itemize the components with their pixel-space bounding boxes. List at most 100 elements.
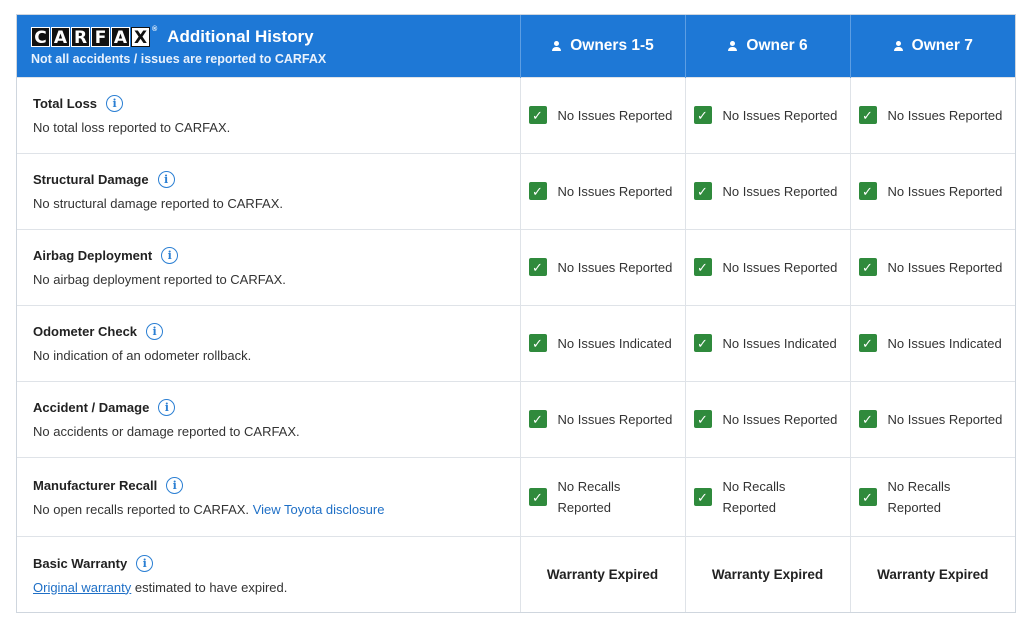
status-text: No Recalls Reported: [887, 479, 951, 516]
status-text: No Issues Reported: [557, 107, 673, 123]
owner-label: Owners 1-5: [570, 37, 654, 54]
checkmark-icon: ✓: [528, 258, 547, 277]
status-text: No Issues Reported: [722, 183, 838, 199]
checkmark-icon: ✓: [693, 258, 712, 277]
status-cell: ✓ No Issues Reported: [520, 228, 686, 306]
warranty-status: Warranty Expired: [850, 536, 1015, 612]
row-label-cell: Structural Damage i No structural damage …: [17, 152, 521, 230]
owner-column-header: Owner 6: [685, 15, 851, 78]
row-title: Total Loss: [33, 96, 98, 112]
info-icon[interactable]: i: [166, 477, 184, 495]
row-label-cell: Basic Warranty i Original warranty estima…: [17, 536, 521, 612]
row-title: Manufacturer Recall: [33, 478, 158, 494]
status-text: No Issues Indicated: [722, 335, 837, 351]
row-label-cell: Airbag Deployment i No airbag deployment …: [17, 228, 521, 306]
row-label-cell: Manufacturer Recall i No open recalls rep…: [17, 456, 521, 537]
info-icon[interactable]: i: [161, 247, 179, 265]
person-icon: [727, 40, 738, 51]
status-text: No Issues Reported: [887, 411, 1003, 427]
toyota-disclosure-link[interactable]: View Toyota disclosure: [253, 502, 385, 517]
status-text: No Recalls Reported: [722, 479, 786, 516]
checkmark-icon: ✓: [528, 334, 547, 353]
status-cell: ✓ No Recalls Reported: [685, 456, 851, 537]
row-label-cell: Odometer Check i No indication of an odom…: [17, 304, 521, 382]
checkmark-icon: ✓: [693, 334, 712, 353]
status-cell: ✓ No Issues Reported: [685, 152, 851, 230]
row-description: No accidents or damage reported to CARFA…: [33, 424, 300, 440]
checkmark-icon: ✓: [528, 410, 547, 429]
table-row: Manufacturer Recall i No open recalls rep…: [17, 456, 1015, 537]
status-cell: ✓ No Issues Reported: [520, 152, 686, 230]
status-cell: ✓ No Issues Reported: [685, 380, 851, 458]
header-row: C A R F A X ® Additional History Not all…: [17, 15, 1015, 78]
checkmark-icon: ✓: [528, 488, 547, 507]
status-cell: ✓ No Issues Reported: [520, 77, 686, 154]
row-label-cell: Total Loss i No total loss reported to CA…: [17, 77, 521, 154]
row-description: Original warranty estimated to have expi…: [33, 580, 504, 595]
checkmark-icon: ✓: [858, 334, 877, 353]
checkmark-icon: ✓: [528, 106, 547, 125]
logo-letter: X: [131, 26, 150, 48]
original-warranty-link[interactable]: Original warranty: [33, 580, 131, 595]
status-text: No Issues Reported: [722, 107, 838, 123]
person-icon: [551, 40, 562, 51]
checkmark-icon: ✓: [858, 488, 877, 507]
row-title: Structural Damage: [33, 172, 149, 188]
section-subtitle: Not all accidents / issues are reported …: [31, 51, 327, 66]
checkmark-icon: ✓: [858, 258, 877, 277]
person-icon: [893, 40, 903, 51]
status-cell: ✓ No Issues Indicated: [850, 304, 1015, 382]
table-row: Total Loss i No total loss reported to CA…: [17, 77, 1015, 154]
section-header: C A R F A X ® Additional History Not all…: [17, 15, 521, 78]
status-cell: ✓ No Issues Reported: [685, 228, 851, 306]
row-description: No indication of an odometer rollback.: [33, 348, 252, 364]
owner-label: Owner 6: [746, 37, 808, 54]
additional-history-panel: C A R F A X ® Additional History Not all…: [16, 14, 1016, 613]
row-description: No open recalls reported to CARFAX. View…: [33, 502, 504, 517]
status-cell: ✓ No Issues Indicated: [520, 304, 686, 382]
logo-letter: A: [51, 26, 70, 48]
info-icon[interactable]: i: [157, 171, 175, 189]
status-text: No Issues Reported: [557, 411, 673, 427]
checkmark-icon: ✓: [858, 106, 877, 125]
status-text: No Issues Reported: [557, 183, 673, 199]
row-description: No airbag deployment reported to CARFAX.: [33, 272, 286, 288]
row-description-text: estimated to have expired.: [134, 579, 288, 595]
row-title: Basic Warranty: [33, 555, 128, 571]
status-text: No Issues Reported: [722, 411, 838, 427]
row-description-text: No open recalls reported to CARFAX.: [33, 502, 250, 518]
status-text: No Recalls Reported: [557, 479, 621, 516]
status-cell: ✓ No Issues Indicated: [685, 304, 851, 382]
status-text: No Issues Reported: [887, 259, 1003, 275]
logo-letter: A: [111, 26, 130, 48]
checkmark-icon: ✓: [693, 106, 712, 125]
warranty-status: Warranty Expired: [520, 536, 686, 612]
checkmark-icon: ✓: [858, 182, 877, 201]
owner-label: Owner 7: [911, 37, 973, 54]
status-cell: ✓ No Issues Reported: [850, 152, 1015, 230]
status-cell: ✓ No Issues Reported: [850, 228, 1015, 306]
status-cell: ✓ No Recalls Reported: [520, 456, 686, 537]
table-row: Odometer Check i No indication of an odom…: [17, 304, 1015, 382]
info-icon[interactable]: i: [146, 323, 164, 341]
row-title: Odometer Check: [33, 324, 138, 340]
info-icon[interactable]: i: [158, 399, 176, 417]
status-text: No Issues Reported: [722, 259, 838, 275]
logo-letter: F: [91, 26, 110, 48]
logo-letter: C: [31, 26, 50, 48]
checkmark-icon: ✓: [693, 410, 712, 429]
row-description: No total loss reported to CARFAX.: [33, 120, 231, 136]
info-icon[interactable]: i: [136, 554, 154, 572]
section-title: Additional History: [167, 26, 314, 46]
history-table: C A R F A X ® Additional History Not all…: [17, 15, 1015, 612]
status-cell: ✓ No Issues Reported: [685, 77, 851, 154]
warranty-status: Warranty Expired: [685, 536, 851, 612]
table-row: Accident / Damage i No accidents or damag…: [17, 380, 1015, 458]
status-cell: ✓ No Issues Reported: [850, 380, 1015, 458]
carfax-logo: C A R F A X ®: [31, 26, 157, 48]
owner-column-header: Owners 1-5: [520, 15, 686, 78]
checkmark-icon: ✓: [693, 182, 712, 201]
checkmark-icon: ✓: [858, 410, 877, 429]
status-text: No Issues Reported: [557, 259, 673, 275]
info-icon[interactable]: i: [106, 95, 124, 113]
